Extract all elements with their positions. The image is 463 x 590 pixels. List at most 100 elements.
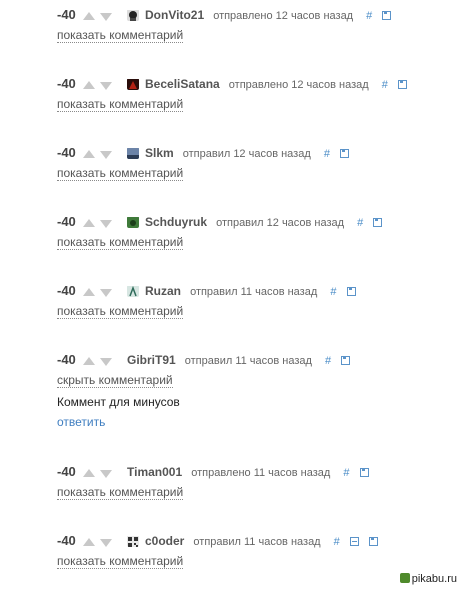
username-link[interactable]: DonVito21 (145, 8, 204, 22)
watermark-text: pikabu.ru (411, 573, 457, 585)
timestamp: отправил 11 часов назад (193, 536, 321, 548)
timestamp: отправил 11 часов назад (190, 286, 318, 298)
vote-up-icon[interactable] (83, 150, 95, 158)
comment-link[interactable]: # (334, 536, 340, 548)
save-icon[interactable] (340, 149, 349, 158)
vote-up-icon[interactable] (83, 469, 95, 477)
vote-down-icon[interactable] (100, 470, 112, 478)
username-link[interactable]: GibriT91 (127, 353, 176, 367)
vote-down-icon[interactable] (100, 289, 112, 297)
show-comment-link[interactable]: показать комментарий (57, 304, 184, 319)
save-icon[interactable] (346, 287, 356, 296)
watermark: pikabu.ru (399, 573, 457, 585)
comment-header: -40 c0oder отправил 11 часов назад # (57, 533, 457, 552)
vote-up-icon[interactable] (83, 81, 95, 89)
vote-up-icon[interactable] (83, 357, 95, 365)
username-link[interactable]: Ruzan (145, 284, 181, 298)
comment: -40 GibriT91 отправил 11 часов назад # с… (57, 352, 457, 429)
hide-comment-link[interactable]: скрыть комментарий (57, 373, 173, 388)
vote-up-icon[interactable] (83, 219, 95, 227)
comment-score: -40 (57, 533, 76, 548)
timestamp: отправлено 12 часов назад (228, 79, 369, 91)
comment-link[interactable]: # (330, 286, 336, 298)
vote-controls (83, 218, 119, 228)
minus-icon[interactable] (349, 537, 359, 546)
comment-score: -40 (57, 76, 76, 91)
show-comment-link[interactable]: показать комментарий (57, 485, 184, 500)
avatar[interactable] (127, 9, 139, 21)
comment-score: -40 (57, 464, 76, 479)
save-icon[interactable] (359, 468, 369, 477)
save-icon[interactable] (368, 537, 378, 546)
vote-controls (83, 356, 119, 366)
vote-down-icon[interactable] (100, 82, 112, 90)
show-comment-link[interactable]: показать комментарий (57, 166, 184, 181)
vote-up-icon[interactable] (83, 288, 95, 296)
username-link[interactable]: Schduyruk (145, 215, 207, 229)
comment-score: -40 (57, 352, 76, 367)
vote-controls (83, 11, 119, 21)
comment-header: -40 GibriT91 отправил 11 часов назад # (57, 352, 457, 371)
comment: -40 Schduyruk отправил 12 часов назад # … (57, 214, 457, 251)
comment-score: -40 (57, 7, 76, 22)
comment-header: -40 BeceliSatana отправлено 12 часов наз… (57, 76, 457, 95)
comment: -40 Ruzan отправил 11 часов назад # пока… (57, 283, 457, 320)
avatar[interactable] (127, 216, 139, 228)
comment: -40 DonVito21 отправлено 12 часов назад … (57, 7, 457, 44)
vote-down-icon[interactable] (100, 358, 112, 366)
avatar[interactable] (127, 78, 139, 90)
vote-down-icon[interactable] (100, 220, 112, 228)
comment: -40 Timan001 отправлено 11 часов назад #… (57, 464, 457, 501)
avatar[interactable] (127, 147, 139, 159)
comment: -40 Slkm отправил 12 часов назад # показ… (57, 145, 457, 182)
comment-link[interactable]: # (382, 79, 388, 91)
comment-score: -40 (57, 283, 76, 298)
username-link[interactable]: c0oder (145, 534, 184, 548)
username-link[interactable]: Timan001 (127, 465, 182, 479)
comment-header: -40 Slkm отправил 12 часов назад # (57, 145, 457, 164)
comment: -40 BeceliSatana отправлено 12 часов наз… (57, 76, 457, 113)
reply-link[interactable]: ответить (57, 415, 457, 429)
vote-down-icon[interactable] (100, 151, 112, 159)
comment-score: -40 (57, 214, 76, 229)
timestamp: отправил 12 часов назад (182, 148, 311, 160)
vote-controls (83, 149, 119, 159)
save-icon[interactable] (382, 11, 392, 20)
comment-body: Коммент для минусов (57, 395, 180, 409)
vote-controls (83, 468, 119, 478)
comment-header: -40 Timan001 отправлено 11 часов назад # (57, 464, 457, 483)
comment-header: -40 Ruzan отправил 11 часов назад # (57, 283, 457, 302)
comment-header: -40 DonVito21 отправлено 12 часов назад … (57, 7, 457, 26)
username-link[interactable]: BeceliSatana (145, 77, 220, 91)
comment-link[interactable]: # (343, 467, 349, 479)
vote-controls (83, 537, 119, 547)
show-comment-link[interactable]: показать комментарий (57, 97, 184, 112)
vote-up-icon[interactable] (83, 12, 95, 20)
comment-score: -40 (57, 145, 76, 160)
comment-link[interactable]: # (357, 217, 363, 229)
show-comment-link[interactable]: показать комментарий (57, 28, 184, 43)
vote-controls (83, 80, 119, 90)
vote-up-icon[interactable] (83, 538, 95, 546)
vote-down-icon[interactable] (100, 13, 112, 21)
timestamp: отправил 12 часов назад (216, 217, 345, 229)
timestamp: отправил 11 часов назад (184, 355, 312, 367)
comment: -40 c0oder отправил 11 часов назад # пок… (57, 533, 457, 570)
avatar[interactable] (127, 285, 139, 297)
comment-header: -40 Schduyruk отправил 12 часов назад # (57, 214, 457, 233)
show-comment-link[interactable]: показать комментарий (57, 554, 184, 569)
comment-link[interactable]: # (366, 10, 372, 22)
timestamp: отправлено 11 часов назад (191, 467, 331, 479)
username-link[interactable]: Slkm (145, 146, 174, 160)
save-icon[interactable] (397, 80, 407, 89)
vote-controls (83, 287, 119, 297)
timestamp: отправлено 12 часов назад (213, 10, 354, 22)
pikabu-logo-icon (399, 573, 410, 583)
show-comment-link[interactable]: показать комментарий (57, 235, 184, 250)
comment-link[interactable]: # (325, 355, 331, 367)
vote-down-icon[interactable] (100, 539, 112, 547)
avatar[interactable] (127, 535, 139, 547)
comment-link[interactable]: # (324, 148, 330, 160)
save-icon[interactable] (373, 218, 383, 227)
save-icon[interactable] (341, 356, 351, 365)
